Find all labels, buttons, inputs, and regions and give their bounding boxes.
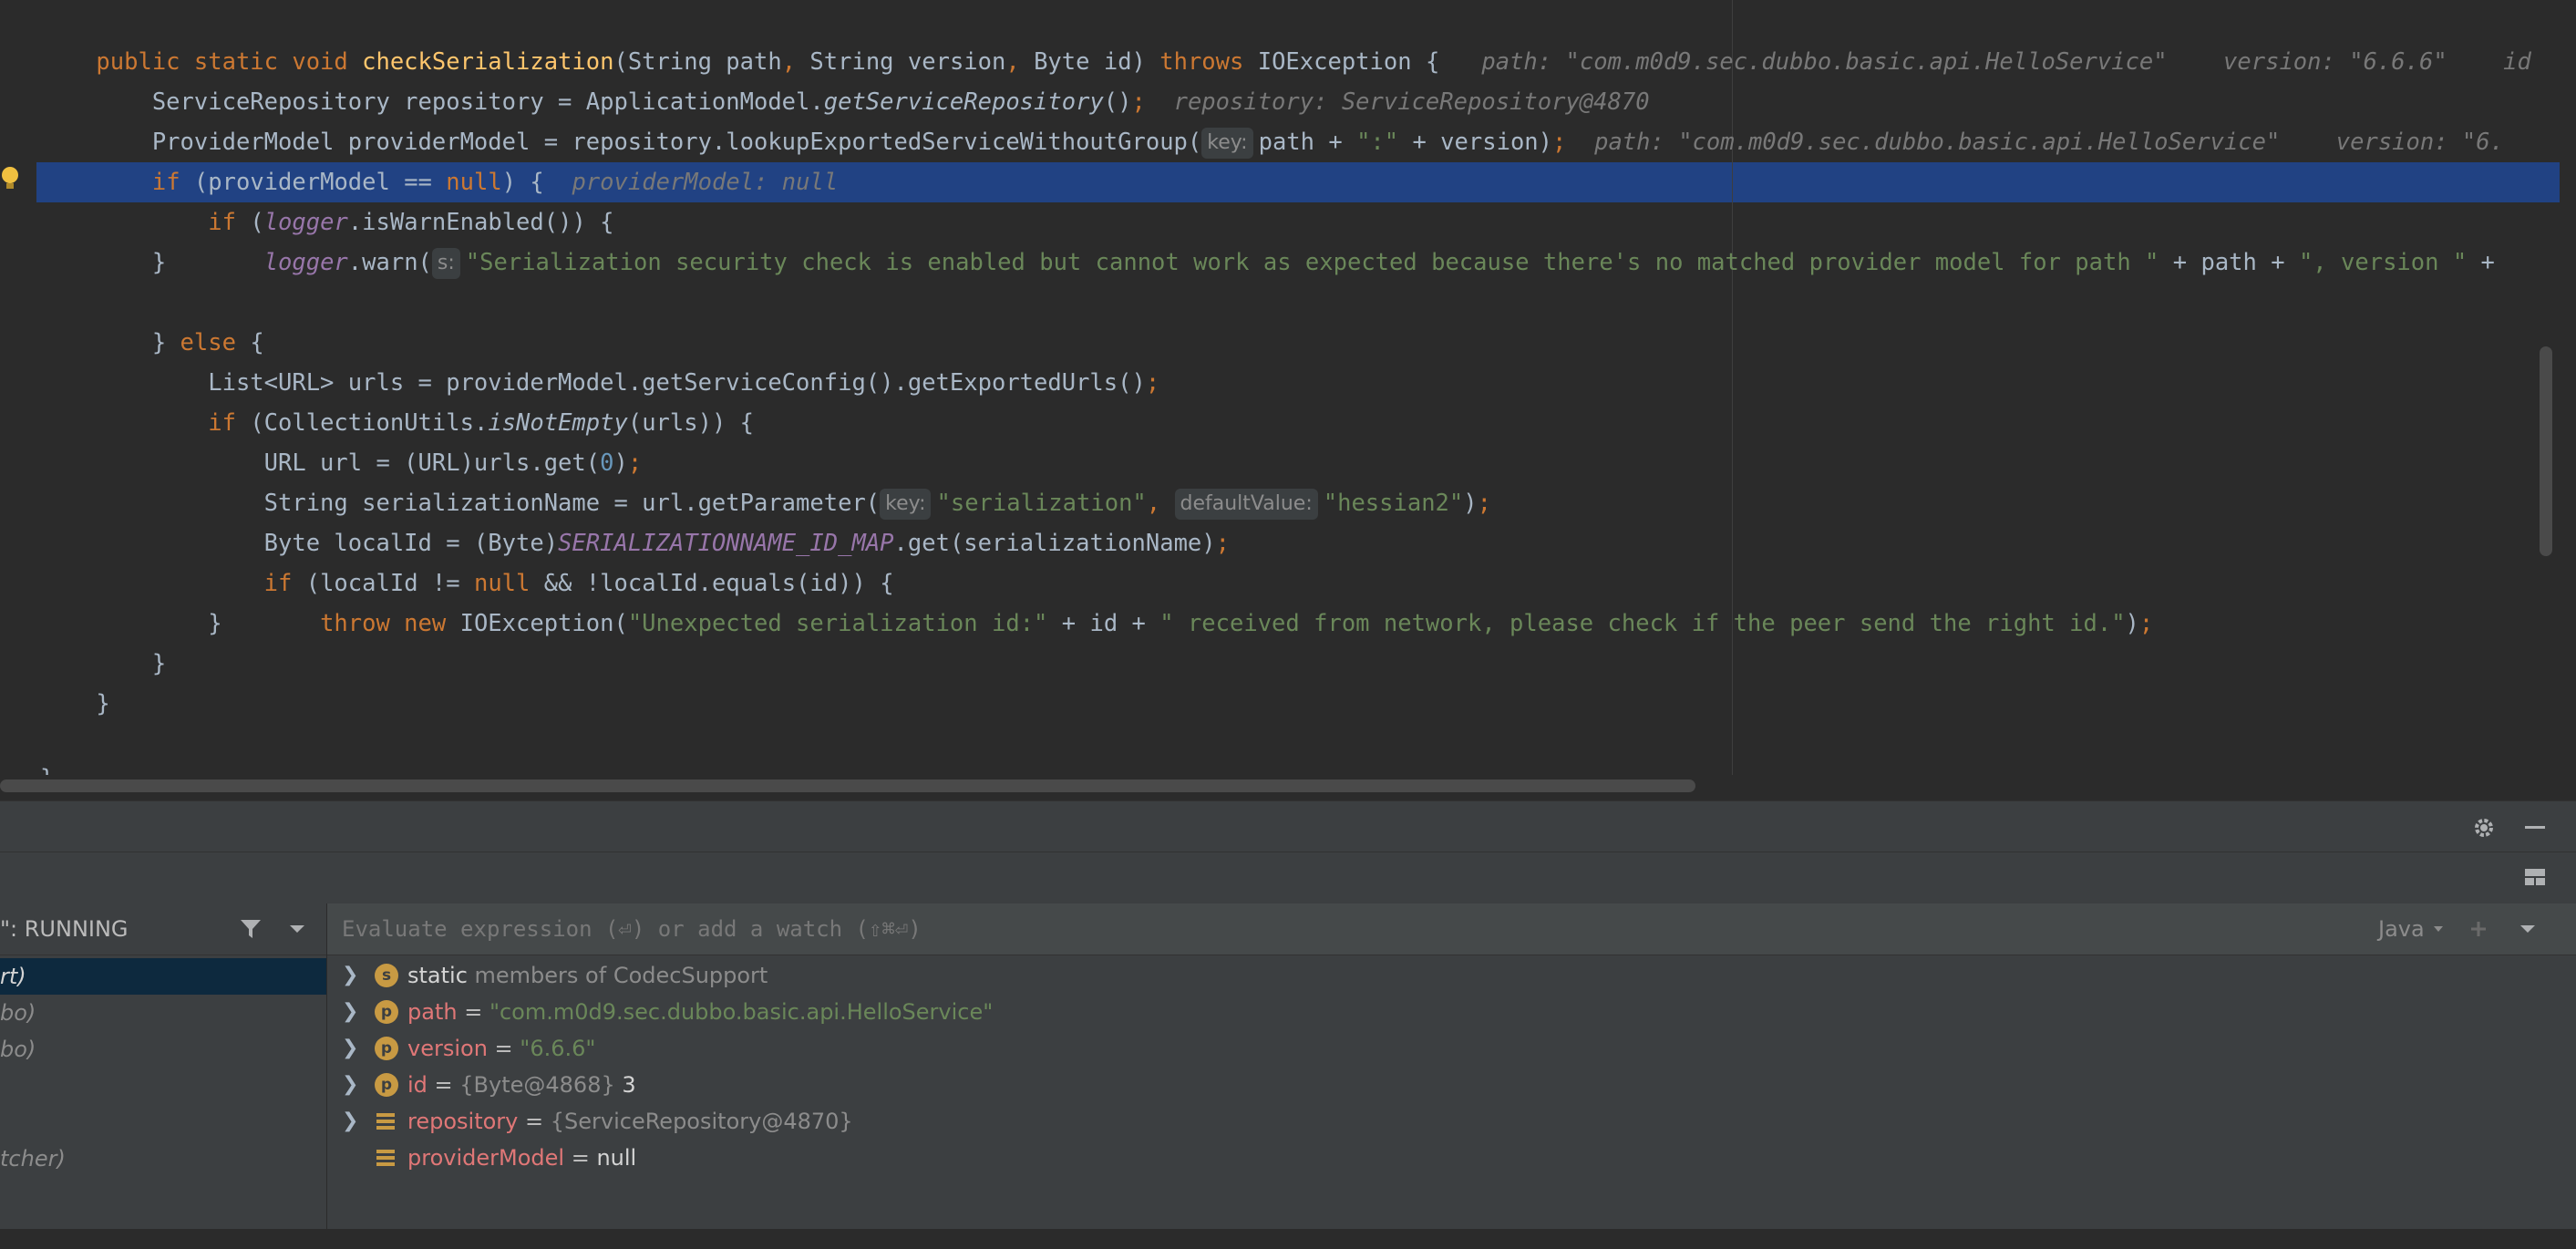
code-line-9: List<URL> urls = providerModel.getServic… [96, 369, 1160, 397]
debug-toolbar [0, 852, 2576, 903]
thread-selector[interactable]: ": RUNNING [0, 903, 326, 955]
add-watch-icon[interactable] [2469, 918, 2493, 942]
code-line-11: URL url = (URL)urls.get(0); [96, 449, 643, 477]
code-line-15: throw new IOException("Unexpected serial… [320, 610, 2154, 637]
variable-row-version[interactable]: ❯ p version = "6.6.6" [327, 1030, 2576, 1067]
frame-item[interactable] [0, 1104, 326, 1141]
code-line-5-current: if (logger.isWarnEnabled()) { [208, 209, 614, 236]
chevron-down-icon[interactable] [288, 924, 306, 934]
field-icon [376, 1150, 395, 1166]
code-line-8: } else { [96, 329, 264, 356]
frame-item[interactable] [0, 1068, 326, 1104]
chevron-down-icon[interactable] [2519, 924, 2537, 934]
code-line-10: if (CollectionUtils.isNotEmpty(urls)) { [208, 409, 755, 437]
chevron-down-icon [2434, 926, 2443, 932]
chevron-right-icon[interactable]: ❯ [342, 1103, 360, 1140]
chevron-right-icon[interactable]: ❯ [342, 957, 360, 994]
variable-row-repository[interactable]: ❯ repository = {ServiceRepository@4870} [327, 1103, 2576, 1140]
evaluate-expression-input[interactable]: Evaluate expression (⏎) or add a watch (… [342, 903, 922, 955]
variable-row-id[interactable]: ❯ p id = {Byte@4868} 3 [327, 1067, 2576, 1103]
language-selector[interactable]: Java [2378, 903, 2425, 955]
code-line-7: } [40, 249, 167, 276]
code-line-16: } [40, 610, 222, 637]
code-line-14: if (localId != null && !localId.equals(i… [263, 570, 894, 597]
code-line-4: if (providerModel == null) { providerMod… [151, 169, 839, 196]
filter-icon[interactable] [239, 918, 263, 940]
inline-debug-hint: path: "com.m0d9.sec.dubbo.basic.api.Hell… [1594, 129, 2504, 156]
chevron-right-icon[interactable]: ❯ [342, 994, 360, 1030]
gear-icon[interactable] [2472, 816, 2496, 840]
parameter-badge-icon: p [375, 1000, 398, 1024]
code-line-6: logger.warn(s: "Serialization security ch… [40, 202, 2495, 279]
variable-row-static[interactable]: ❯ s static members of CodecSupport [327, 957, 2576, 994]
code-line-3: ProviderModel providerModel = repository… [40, 82, 2504, 159]
parameter-badge-icon: p [375, 1073, 398, 1097]
lightbulb-icon[interactable] [0, 164, 20, 195]
evaluate-expression-bar[interactable]: Evaluate expression (⏎) or add a watch (… [327, 903, 2576, 955]
frames-panel: ": RUNNING rt) bo) bo) tcher) [0, 903, 327, 1229]
field-icon [376, 1113, 395, 1130]
code-line-19: } [40, 759, 54, 775]
frame-item-selected[interactable]: rt) [0, 958, 326, 995]
code-editor[interactable]: public static void checkSerialization(St… [0, 0, 2576, 775]
editor-horizontal-scrollbar[interactable] [0, 779, 1695, 792]
param-hint: key: [1201, 128, 1253, 159]
code-line-17: } [40, 650, 167, 677]
variable-row-path[interactable]: ❯ p path = "com.m0d9.sec.dubbo.basic.api… [327, 994, 2576, 1030]
thread-status: ": RUNNING [0, 916, 129, 942]
frame-item[interactable]: bo) [0, 1031, 326, 1068]
code-line-13: Byte localId = (Byte)SERIALIZATIONNAME_I… [96, 530, 1230, 557]
parameter-badge-icon: p [375, 1037, 398, 1060]
static-badge-icon: s [375, 964, 398, 987]
editor-vertical-scrollbar[interactable] [2540, 346, 2552, 556]
chevron-right-icon[interactable]: ❯ [342, 1067, 360, 1103]
chevron-right-icon[interactable]: ❯ [342, 1030, 360, 1067]
code-line-12: String serializationName = url.getParame… [40, 443, 1491, 520]
code-line-2: ServiceRepository repository = Applicati… [96, 88, 1650, 116]
code-line-18: } [40, 690, 110, 717]
debug-panel-header [0, 800, 2576, 852]
frame-item[interactable]: bo) [0, 995, 326, 1031]
minimize-icon[interactable] [2525, 826, 2545, 829]
param-hint: s: [431, 248, 460, 279]
code-line-1: public static void checkSerialization(St… [96, 48, 2531, 76]
variable-row-providerModel[interactable]: providerModel = null [327, 1140, 2576, 1176]
layout-icon[interactable] [2523, 865, 2549, 891]
frame-item[interactable]: tcher) [0, 1141, 326, 1177]
